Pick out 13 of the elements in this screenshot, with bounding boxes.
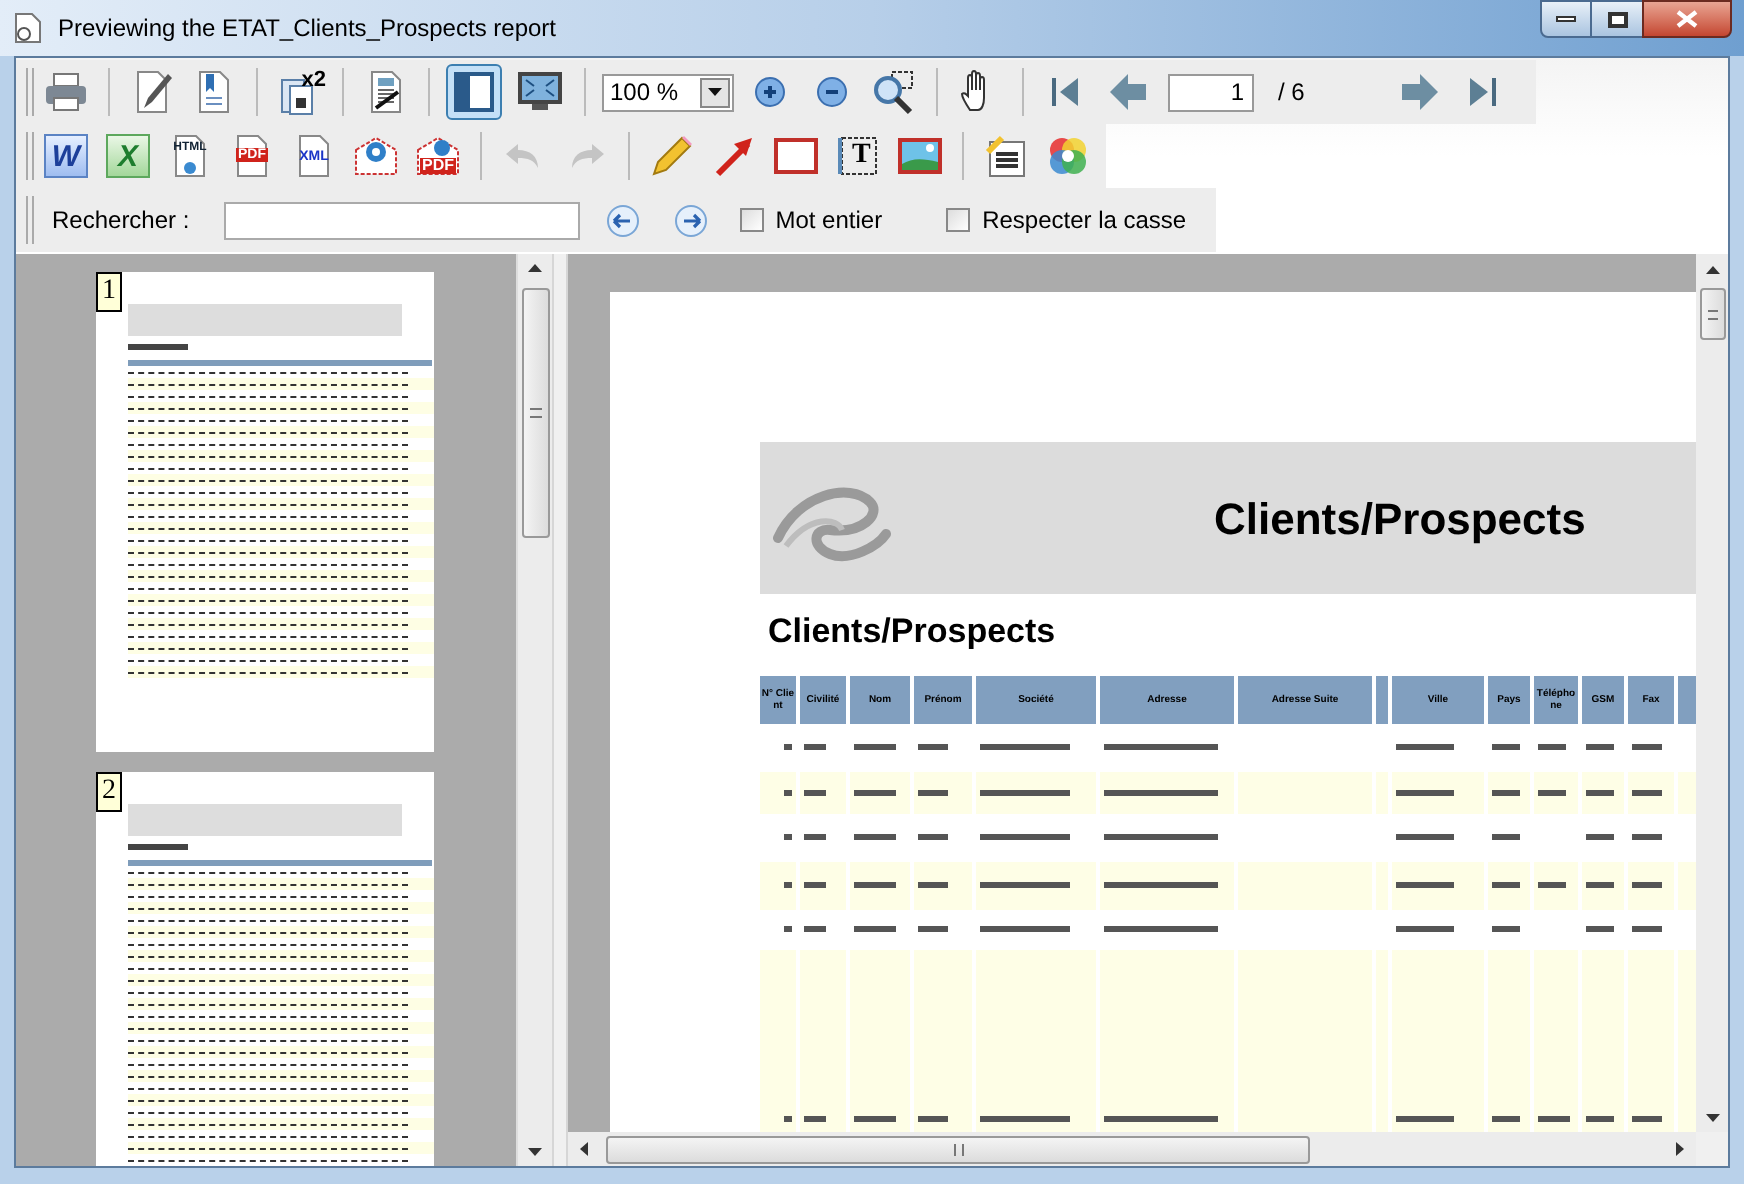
checkbox-label: Mot entier — [775, 204, 883, 238]
checkbox-label: Respecter la casse — [982, 204, 1187, 238]
page-number-field[interactable]: 1 — [1168, 73, 1254, 111]
page-number-badge: 2 — [96, 772, 122, 812]
search-label: Rechercher : — [52, 204, 190, 238]
excel-icon[interactable]: X — [106, 134, 150, 178]
report-title: Clients/Prospects — [1214, 491, 1586, 548]
zoom-dropdown[interactable]: 100 % — [602, 73, 734, 111]
window-title: Previewing the ETAT_Clients_Prospects report — [58, 12, 556, 46]
page-count: / 6 — [1278, 76, 1305, 110]
report-subtitle: Clients/Prospects — [768, 610, 1058, 654]
word-icon[interactable]: W — [44, 134, 88, 178]
page-number-badge: 1 — [96, 272, 122, 312]
